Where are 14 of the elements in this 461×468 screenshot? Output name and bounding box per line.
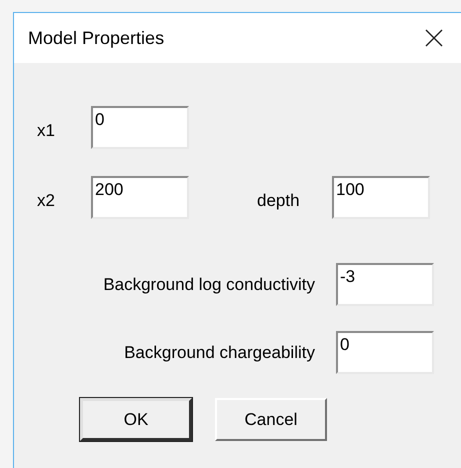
field-label: x2 (37, 190, 56, 212)
field-label: x1 (37, 120, 56, 142)
input-field[interactable]: 0 (91, 106, 189, 149)
close-icon[interactable] (425, 29, 443, 47)
field-label: Background log conductivity (102, 274, 316, 296)
cancel-button[interactable]: Cancel (215, 398, 327, 441)
input-field[interactable]: -3 (336, 263, 434, 306)
input-field[interactable]: 200 (91, 176, 189, 219)
window-title: Model Properties (28, 28, 164, 48)
field-label: depth (257, 190, 301, 212)
input-field[interactable]: 0 (336, 331, 434, 374)
field-label: Background chargeability (123, 342, 316, 364)
ok-button[interactable]: OK (80, 398, 192, 441)
input-field[interactable]: 100 (332, 176, 430, 219)
